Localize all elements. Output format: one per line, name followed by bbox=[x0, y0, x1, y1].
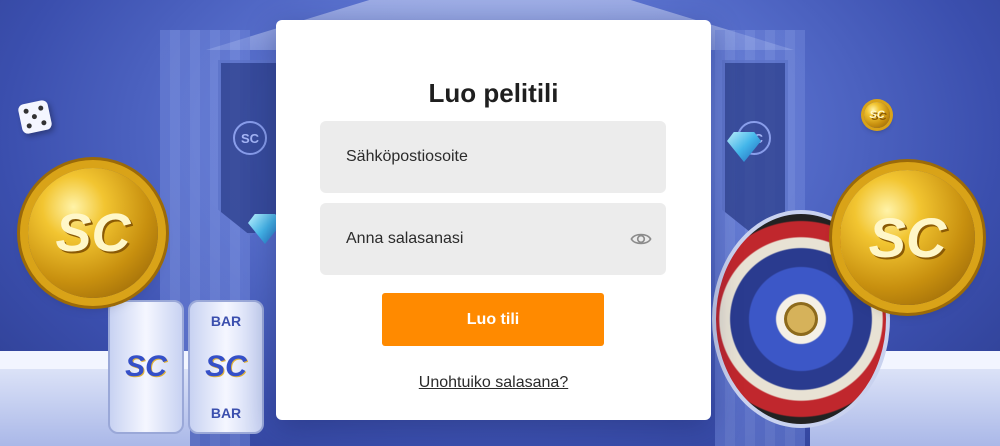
slot-bar-label: BAR bbox=[210, 312, 242, 329]
modal-title: Luo pelitili bbox=[428, 78, 559, 108]
email-field-container bbox=[320, 121, 666, 193]
sc-coin-small: SC bbox=[864, 102, 890, 128]
sc-coin: SC bbox=[28, 168, 158, 298]
dice-icon bbox=[17, 99, 53, 135]
sc-coin: SC bbox=[840, 170, 975, 305]
coin-text: SC bbox=[869, 109, 885, 121]
slot-bar-label: BAR bbox=[210, 405, 242, 422]
password-field[interactable] bbox=[344, 229, 608, 249]
coin-text: SC bbox=[868, 206, 947, 269]
eye-icon[interactable] bbox=[630, 228, 652, 250]
banner-logo: SC bbox=[233, 121, 267, 155]
coin-text: SC bbox=[55, 203, 131, 263]
email-field[interactable] bbox=[344, 147, 608, 167]
forgot-password-link[interactable]: Unohtuiko salasana? bbox=[276, 374, 711, 392]
create-account-button[interactable]: Luo tili bbox=[382, 293, 604, 346]
slot-reel: BAR SC BAR bbox=[188, 300, 264, 434]
slot-symbol: SC bbox=[205, 349, 247, 383]
slot-reel: SC bbox=[108, 300, 184, 434]
slot-symbol: SC bbox=[125, 350, 167, 383]
signup-modal: Luo pelitili Luo tili Unohtuiko salasana… bbox=[276, 20, 711, 420]
password-field-container bbox=[320, 203, 666, 275]
sc-banner: SC bbox=[218, 60, 284, 236]
